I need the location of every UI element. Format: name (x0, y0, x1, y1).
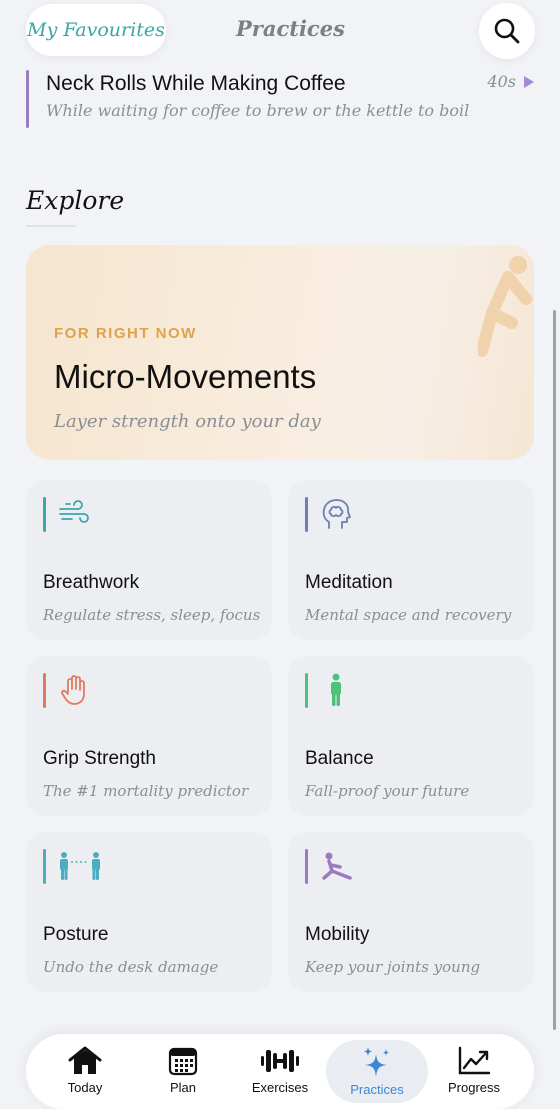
tile-description: Undo the desk damage (43, 958, 219, 976)
tab-label: Exercises (251, 1080, 309, 1095)
hand-icon (61, 675, 85, 705)
tile-name: Grip Strength (43, 748, 156, 769)
house-icon (68, 1046, 102, 1074)
tile-description: Keep your joints young (305, 958, 481, 976)
my-favourites-button[interactable]: My Favourites (26, 4, 166, 56)
tile-name: Breathwork (43, 572, 140, 593)
tile-accent-bar (43, 849, 46, 884)
top-bar: My Favourites Practices (0, 0, 560, 62)
tile-accent-bar (305, 673, 308, 708)
page-title: Practices (236, 16, 345, 41)
dumbbell-icon (261, 1050, 299, 1072)
hero-eyebrow: FOR RIGHT NOW (54, 325, 197, 342)
my-favourites-label: My Favourites (27, 19, 165, 41)
favourite-title: Neck Rolls While Making Coffee (46, 72, 346, 95)
tile-accent-bar (43, 673, 46, 708)
tab-label: Today (67, 1080, 103, 1095)
micro-movements-card[interactable]: FOR RIGHT NOW Micro-Movements Layer stre… (26, 245, 534, 460)
favourite-practice-item[interactable]: Neck Rolls While Making Coffee While wai… (26, 68, 536, 130)
category-tile-posture[interactable]: Posture Undo the desk damage (26, 832, 272, 992)
stretch-icon (322, 852, 352, 880)
tab-practices[interactable]: Practices (326, 1040, 428, 1103)
hero-title: Micro-Movements (54, 358, 317, 395)
tile-description: Regulate stress, sleep, focus (43, 606, 261, 624)
tab-bar: Today Plan Exercises Practices Progress (26, 1034, 534, 1109)
calendar-icon (168, 1047, 198, 1076)
tile-name: Balance (305, 748, 374, 769)
standing-person-icon (331, 673, 341, 706)
favourite-subtitle: While waiting for coffee to brew or the … (46, 101, 470, 120)
tile-name: Mobility (305, 924, 370, 945)
tile-accent-bar (43, 497, 46, 532)
category-tile-breathwork[interactable]: Breathwork Regulate stress, sleep, focus (26, 480, 272, 640)
tile-name: Posture (43, 924, 109, 945)
tile-accent-bar (305, 849, 308, 884)
tab-exercises[interactable]: Exercises (229, 1034, 331, 1109)
search-icon (494, 18, 520, 44)
category-tile-balance[interactable]: Balance Fall-proof your future (288, 656, 534, 816)
tab-plan[interactable]: Plan (132, 1034, 234, 1109)
scrollbar[interactable] (553, 310, 556, 1030)
sparkles-icon (364, 1047, 389, 1077)
category-tile-mobility[interactable]: Mobility Keep your joints young (288, 832, 534, 992)
tab-today[interactable]: Today (34, 1034, 136, 1109)
favourite-accent-bar (26, 70, 29, 128)
play-icon[interactable] (524, 76, 534, 88)
walking-figure-icon (478, 256, 532, 357)
tile-description: Fall-proof your future (305, 782, 470, 800)
tile-description: The #1 mortality predictor (43, 782, 249, 800)
brain-head-icon (322, 499, 351, 529)
tab-label: Plan (169, 1080, 197, 1095)
explore-underline (26, 225, 76, 227)
explore-heading: Explore (26, 186, 125, 215)
hero-subtitle: Layer strength onto your day (54, 411, 321, 432)
chart-icon (458, 1046, 491, 1075)
search-button[interactable] (479, 3, 535, 59)
category-tile-meditation[interactable]: Meditation Mental space and recovery (288, 480, 534, 640)
category-tile-grip-strength[interactable]: Grip Strength The #1 mortality predictor (26, 656, 272, 816)
tab-progress[interactable]: Progress (423, 1034, 525, 1109)
favourite-duration: 40s (487, 72, 516, 91)
tile-name: Meditation (305, 572, 393, 593)
tab-label: Practices (350, 1082, 404, 1097)
tab-label: Progress (447, 1080, 501, 1095)
wind-icon (59, 500, 89, 523)
tile-description: Mental space and recovery (305, 606, 512, 624)
two-people-icon (60, 852, 100, 880)
tile-accent-bar (305, 497, 308, 532)
